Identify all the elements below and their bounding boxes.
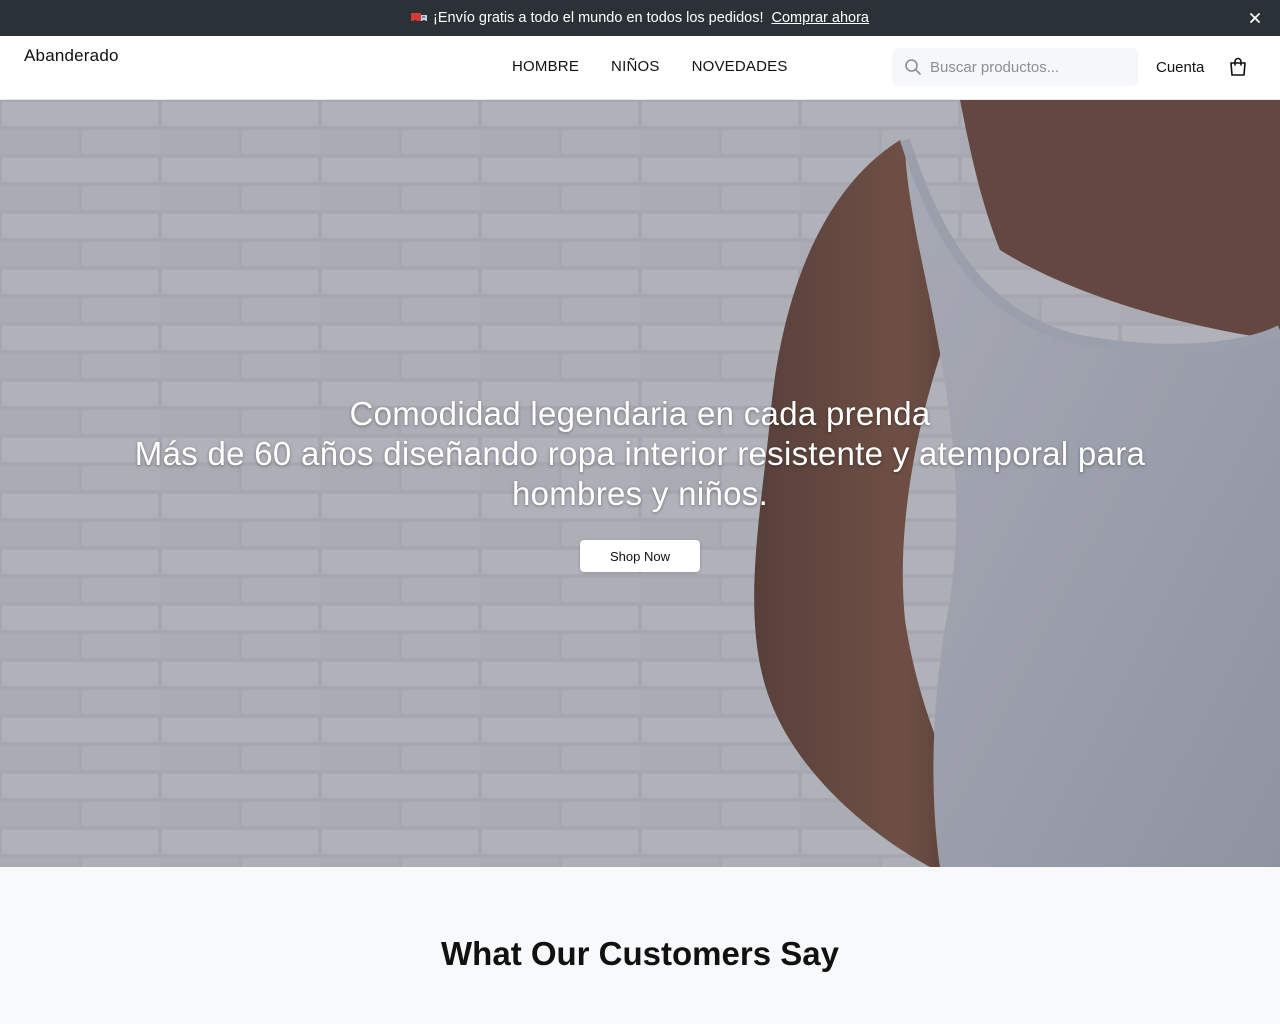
search-input[interactable] <box>930 58 1120 76</box>
announcement-text: ¡Envío gratis a todo el mundo en todos l… <box>433 10 764 26</box>
search-box <box>892 48 1138 86</box>
shop-now-link[interactable]: Comprar ahora <box>771 10 869 26</box>
nav-item-novedades[interactable]: NOVEDADES <box>692 58 788 75</box>
hero-banner: Comodidad legendaria en cada prenda Más … <box>0 100 1280 867</box>
account-link[interactable]: Cuenta <box>1156 59 1204 76</box>
search-icon <box>904 58 922 76</box>
hero-text: Comodidad legendaria en cada prenda Más … <box>0 394 1280 514</box>
main-nav: HOMBRE NIÑOS NOVEDADES <box>512 58 788 75</box>
truck-icon <box>411 11 429 25</box>
shop-now-button[interactable]: Shop Now <box>580 540 700 572</box>
logo[interactable]: Abanderado <box>24 46 119 66</box>
testimonials-section: What Our Customers Say <box>0 867 1280 1024</box>
close-icon[interactable] <box>1246 9 1264 27</box>
announcement-bar: ¡Envío gratis a todo el mundo en todos l… <box>0 0 1280 36</box>
hero-subtitle: Más de 60 años diseñando ropa interior r… <box>134 435 1146 512</box>
hero-title: Comodidad legendaria en cada prenda <box>349 395 931 432</box>
site-header: Abanderado HOMBRE NIÑOS NOVEDADES Cuenta <box>0 36 1280 100</box>
shopping-bag-icon[interactable] <box>1228 57 1248 77</box>
testimonials-heading: What Our Customers Say <box>441 935 839 972</box>
nav-item-hombre[interactable]: HOMBRE <box>512 58 579 75</box>
nav-item-ninos[interactable]: NIÑOS <box>611 58 660 75</box>
